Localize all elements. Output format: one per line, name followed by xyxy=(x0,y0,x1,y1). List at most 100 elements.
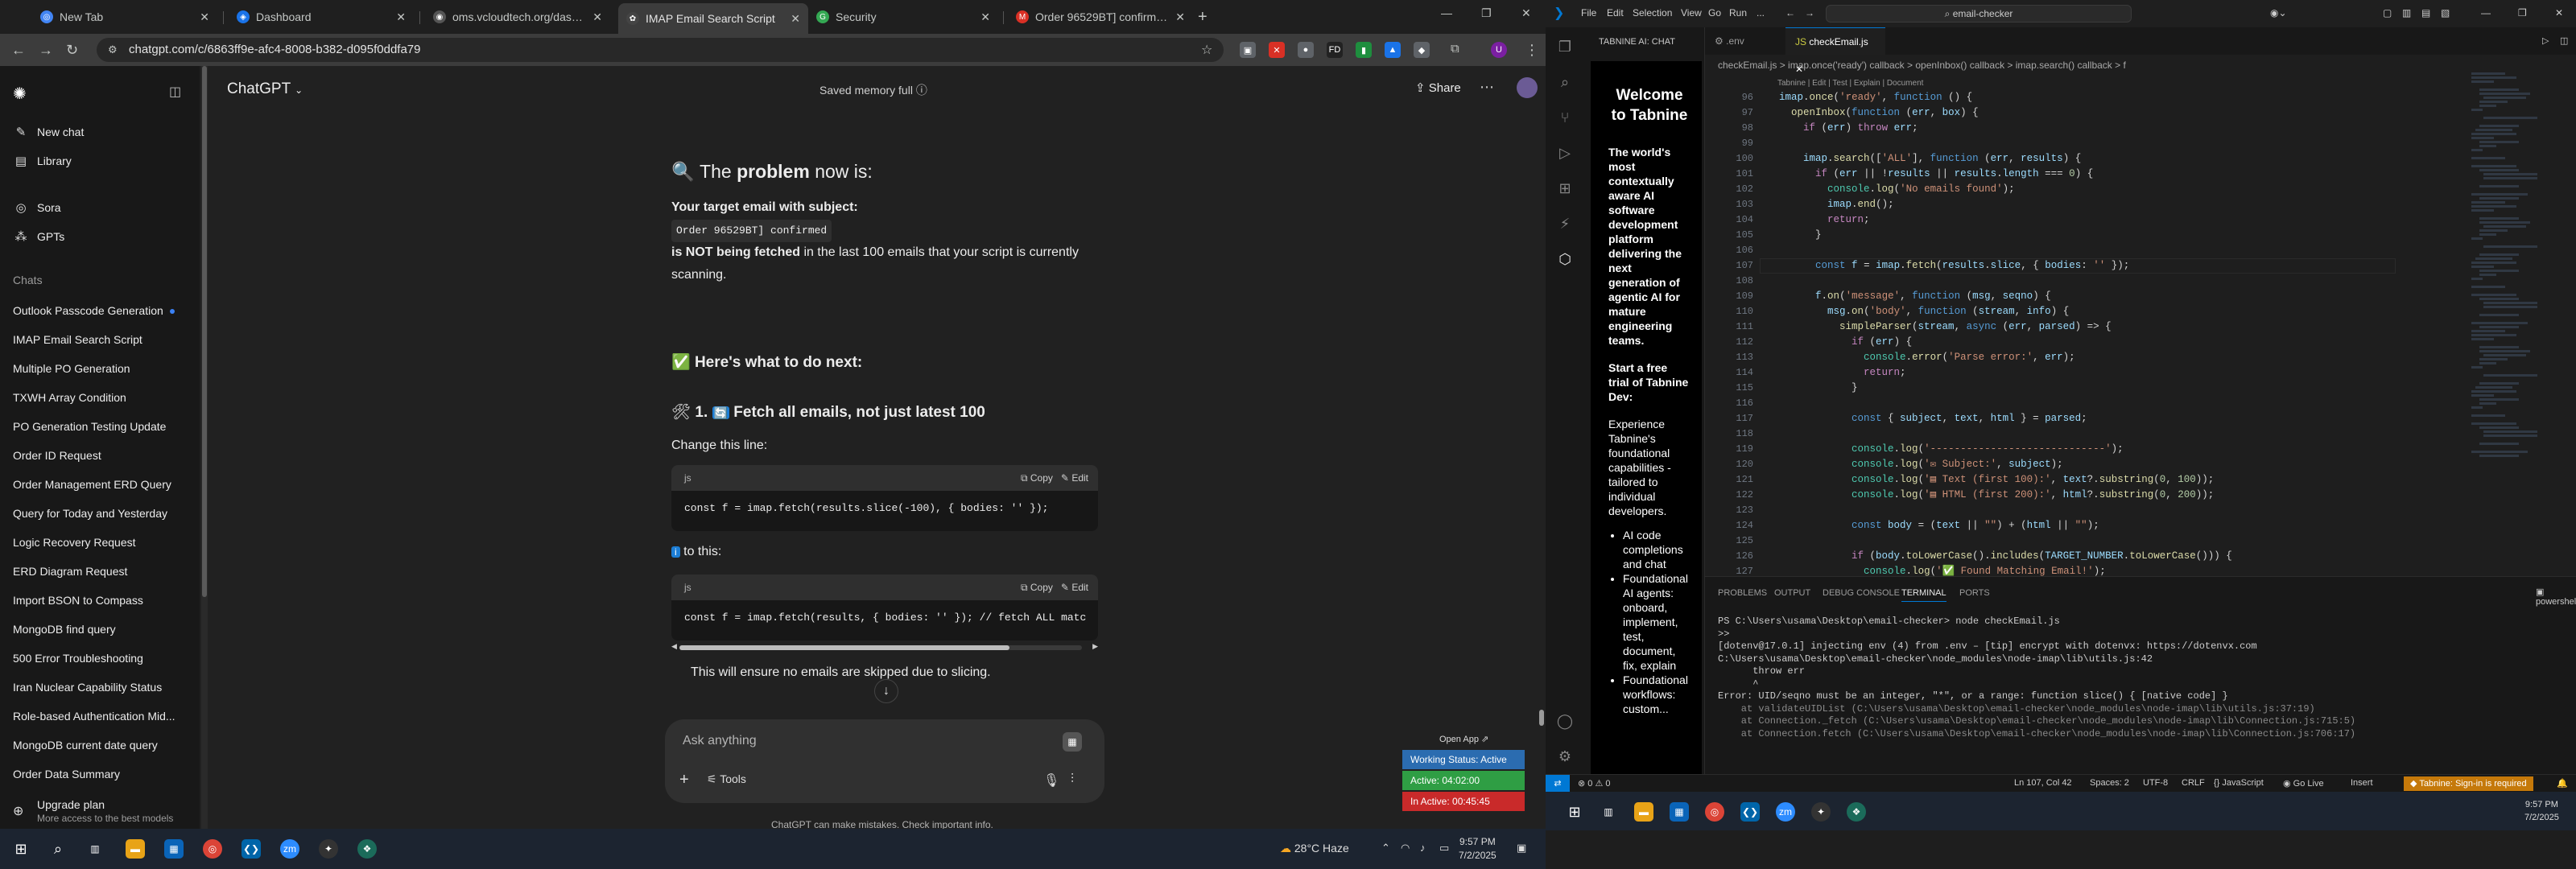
main-scrollbar[interactable] xyxy=(1538,66,1546,829)
weather-widget[interactable]: ☁ 28°C Haze xyxy=(1280,842,1349,855)
breadcrumb[interactable]: checkEmail.js > imap.once('ready') callb… xyxy=(1718,60,2126,71)
copy-button[interactable]: ⧉ Copy xyxy=(1021,582,1053,593)
sidebar-chat-item[interactable]: MongoDB find query xyxy=(13,616,190,642)
sidebar-chat-item[interactable]: Logic Recovery Request xyxy=(13,529,190,555)
encoding[interactable]: UTF-8 xyxy=(2143,778,2168,788)
site-info-icon[interactable]: ⚙ xyxy=(108,38,118,62)
chrome-taskbar-icon[interactable]: ◎ xyxy=(1705,802,1724,822)
notification-icon[interactable]: ▣ xyxy=(1517,842,1526,855)
sidebar-chat-item[interactable]: Query for Today and Yesterday xyxy=(13,500,190,526)
sora-button[interactable]: ◎ Sora xyxy=(10,195,193,220)
avatar[interactable] xyxy=(1517,77,1538,98)
sidebar-chat-item[interactable]: Order ID Request xyxy=(13,443,190,468)
tabnine-codelens[interactable]: Tabnine | Edit | Test | Explain | Docume… xyxy=(1777,79,1923,88)
windows-start-icon[interactable]: ⊞ xyxy=(1565,802,1584,822)
search-icon[interactable]: ⌕ xyxy=(1555,74,1575,93)
close-icon[interactable]: ✕ xyxy=(980,10,990,24)
run-debug-icon[interactable]: ▷ xyxy=(1555,145,1575,164)
close-window-icon[interactable]: ✕ xyxy=(1521,6,1531,20)
voice-mode-icon[interactable]: ▦ xyxy=(1063,732,1082,752)
reload-icon[interactable]: ↻ xyxy=(66,42,78,59)
toggle-sidebar-icon[interactable]: ▥ xyxy=(2402,7,2411,19)
menu-view[interactable]: View xyxy=(1681,7,1702,19)
extension-icon[interactable]: ▲ xyxy=(1385,42,1401,58)
taskbar-clock[interactable]: 9:57 PM 7/2/2025 xyxy=(1459,835,1496,863)
edit-button[interactable]: ✎ Edit xyxy=(1061,582,1088,593)
menu-run[interactable]: Run xyxy=(1729,7,1747,19)
sidebar-chat-item[interactable]: ERD Diagram Request xyxy=(13,558,190,584)
zoom-taskbar-icon[interactable]: zm xyxy=(280,839,299,859)
extension-icon[interactable]: ▮ xyxy=(1356,42,1372,58)
close-icon[interactable]: ✕ xyxy=(200,10,209,24)
sidebar-scrollbar[interactable] xyxy=(201,66,208,829)
line-endings[interactable]: CRLF xyxy=(2182,778,2205,788)
tab-checkemail[interactable]: JS checkEmail.js ✕ xyxy=(1785,27,1885,75)
openai-logo-icon[interactable]: ✺ xyxy=(13,84,27,104)
url-field[interactable]: ⚙ chatgpt.com/c/6863ff9e-afc4-8008-b382-… xyxy=(97,38,1224,62)
sidebar-chat-item[interactable]: Outlook Passcode Generation xyxy=(13,298,190,323)
sidebar-toggle-icon[interactable]: ◫ xyxy=(169,84,181,100)
app-taskbar-icon[interactable]: ✦ xyxy=(1811,802,1831,822)
search-icon[interactable]: ⌕ xyxy=(48,839,68,859)
terminal-output[interactable]: PS C:\Users\usama\Desktop\email-checker>… xyxy=(1718,616,2563,773)
close-icon[interactable]: ✕ xyxy=(592,10,602,24)
file-explorer-icon[interactable]: ▬ xyxy=(126,839,145,859)
bookmark-star-icon[interactable]: ☆ xyxy=(1201,42,1212,58)
scroll-left-icon[interactable]: ◀ xyxy=(671,642,677,651)
remote-indicator-icon[interactable]: ⇄ xyxy=(1546,775,1570,793)
split-editor-icon[interactable]: ◫ xyxy=(2560,35,2568,46)
extension-icon[interactable]: FD xyxy=(1327,42,1343,58)
tab-env[interactable]: ⚙ .env xyxy=(1705,27,1785,55)
app-taskbar-icon[interactable]: ❖ xyxy=(357,839,377,859)
tabnine-icon[interactable]: ⬡ xyxy=(1555,251,1575,270)
tab-order-confirmed[interactable]: M Order 96529BT] confirmed - us ✕ xyxy=(1008,5,1193,29)
prompt-input[interactable]: Ask anything xyxy=(683,734,757,748)
code-editor[interactable]: imap.once('ready', function () { openInb… xyxy=(1779,90,2391,576)
sidebar-chat-item[interactable]: Order Management ERD Query xyxy=(13,472,190,497)
toggle-secondary-icon[interactable]: ▧ xyxy=(2441,7,2450,19)
app-taskbar-icon[interactable]: ❖ xyxy=(1847,802,1866,822)
tray-chevron-icon[interactable]: ⌃ xyxy=(1381,842,1390,855)
scroll-right-icon[interactable]: ▶ xyxy=(1092,642,1098,651)
forward-icon[interactable]: → xyxy=(39,42,53,59)
sidebar-chat-item[interactable]: 500 Error Troubleshooting xyxy=(13,645,190,671)
sidebar-chat-item[interactable]: IMAP Email Search Script xyxy=(13,327,190,352)
extension-icon[interactable]: ◆ xyxy=(1414,42,1430,58)
menu-selection[interactable]: Selection xyxy=(1633,7,1672,19)
profile-avatar[interactable]: U xyxy=(1491,42,1507,58)
store-icon[interactable]: ▦ xyxy=(1670,802,1689,822)
file-explorer-icon[interactable]: ▬ xyxy=(1634,802,1653,822)
nav-forward-icon[interactable]: → xyxy=(1805,7,1814,19)
app-taskbar-icon[interactable]: ✦ xyxy=(319,839,338,859)
tabnine-status-button[interactable]: ◆ Tabnine: Sign-in is required xyxy=(2404,776,2533,791)
back-icon[interactable]: ← xyxy=(11,42,26,59)
store-icon[interactable]: ▦ xyxy=(164,839,184,859)
extension-icon[interactable]: ✕ xyxy=(1269,42,1285,58)
panel-tab-debug-console[interactable]: DEBUG CONSOLE xyxy=(1823,588,1900,598)
tab-new-tab[interactable]: ◎ New Tab ✕ xyxy=(32,5,217,29)
microphone-icon[interactable]: 🎙 xyxy=(1043,772,1059,789)
problems-count[interactable]: ⊗ 0 ⚠ 0 xyxy=(1578,778,1610,789)
nav-back-icon[interactable]: ← xyxy=(1785,7,1795,19)
sidebar-chat-item[interactable]: Import BSON to Compass xyxy=(13,587,190,613)
sidebar-chat-item[interactable]: TXWH Array Condition xyxy=(13,385,190,410)
explorer-icon[interactable]: ❐ xyxy=(1555,39,1575,58)
close-window-icon[interactable]: ✕ xyxy=(2555,7,2563,19)
panel-tab-ports[interactable]: PORTS xyxy=(1959,588,1990,598)
battery-icon[interactable]: ▭ xyxy=(1439,842,1449,855)
open-app-link[interactable]: Open App ⇗ xyxy=(1439,734,1488,744)
menu-file[interactable]: File xyxy=(1581,7,1596,19)
upgrade-plan-button[interactable]: ⊕ Upgrade plan More access to the best m… xyxy=(10,797,193,829)
settings-gear-icon[interactable]: ⚙ xyxy=(1555,748,1575,768)
minimize-icon[interactable]: — xyxy=(1441,6,1452,19)
sidebar-chat-item[interactable]: MongoDB current date query xyxy=(13,732,190,758)
tab-security[interactable]: G Security ✕ xyxy=(808,5,998,29)
insert-mode[interactable]: Insert xyxy=(2351,778,2373,788)
plus-icon[interactable]: + xyxy=(679,771,689,789)
copy-button[interactable]: ⧉ Copy xyxy=(1021,472,1053,484)
tab-dashboard[interactable]: ◈ Dashboard ✕ xyxy=(229,5,414,29)
indentation[interactable]: Spaces: 2 xyxy=(2090,778,2129,788)
task-view-icon[interactable]: ▥ xyxy=(85,839,105,859)
menu-edit[interactable]: Edit xyxy=(1607,7,1624,19)
tab-imap-email-search[interactable]: ✿ IMAP Email Search Script ✕ xyxy=(618,3,808,34)
